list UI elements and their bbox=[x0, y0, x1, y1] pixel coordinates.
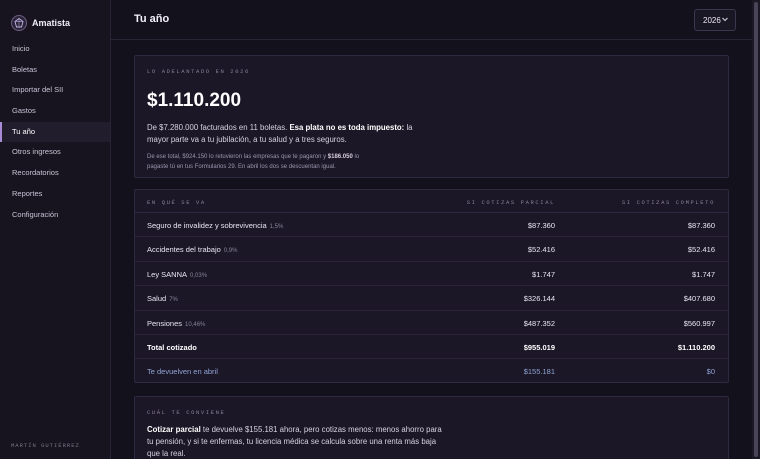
row-label-text: Salud bbox=[147, 294, 167, 304]
table-row: Salud 7% $326.144 $407.680 bbox=[135, 286, 728, 311]
table-header: EN QUÉ SE VA SI COTIZAS PARCIAL SI COTIZ… bbox=[135, 190, 728, 213]
row-full-value: $1.747 bbox=[692, 269, 715, 279]
user-name[interactable]: MARTÍN GUTIÉRREZ bbox=[11, 442, 80, 449]
row-label: Salud 7% bbox=[147, 294, 178, 303]
contributions-table: EN QUÉ SE VA SI COTIZAS PARCIAL SI COTIZ… bbox=[134, 189, 729, 383]
table-row: Seguro de invalidez y sobrevivencia 1,5% … bbox=[135, 213, 728, 238]
advance-total-amount: $1.110.200 bbox=[147, 90, 242, 111]
row-partial-value: $87.360 bbox=[527, 221, 555, 230]
recommendation-bold: Cotizar parcial bbox=[147, 425, 201, 434]
recommendation-eyebrow: CUÁL TE CONVIENE bbox=[147, 409, 226, 416]
column-header-label: EN QUÉ SE VA bbox=[147, 199, 206, 206]
advance-note-part1: De ese total, $924.150 lo retuvieron las… bbox=[147, 154, 328, 160]
row-label-text: Seguro de invalidez y sobrevivencia bbox=[147, 221, 267, 230]
row-rate: 0,03% bbox=[190, 272, 208, 279]
row-label: Seguro de invalidez y sobrevivencia 1,5% bbox=[147, 221, 283, 230]
sidebar: Amatista Inicio Boletas Importar del SII… bbox=[0, 0, 111, 459]
row-rate: 7% bbox=[169, 297, 178, 304]
advance-desc-pre: De $7.280.000 facturados en 11 boletas. bbox=[147, 123, 290, 132]
row-label: Ley SANNA 0,03% bbox=[147, 270, 207, 279]
table-row: Pensiones 10,46% $487.352 $560.997 bbox=[135, 311, 728, 335]
row-partial-value: $487.352 bbox=[523, 318, 555, 328]
advance-eyebrow: LO ADELANTADO EN 2026 bbox=[147, 68, 250, 75]
total-full-value: $1.110.200 bbox=[677, 342, 715, 352]
sidebar-item-configuracion[interactable]: Configuración bbox=[0, 205, 110, 226]
scrollbar-thumb[interactable] bbox=[754, 2, 758, 457]
sidebar-nav: Inicio Boletas Importar del SII Gastos T… bbox=[0, 39, 110, 225]
refund-label: Te devuelven en abril bbox=[147, 367, 218, 377]
row-partial-value: $52.416 bbox=[527, 245, 555, 255]
sidebar-item-importar-sii[interactable]: Importar del SII bbox=[0, 80, 110, 101]
advance-description: De $7.280.000 facturados en 11 boletas. … bbox=[147, 122, 432, 146]
table-row: Ley SANNA 0,03% $1.747 $1.747 bbox=[135, 262, 728, 287]
sidebar-item-otros-ingresos[interactable]: Otros ingresos bbox=[0, 142, 110, 163]
row-rate: 1,5% bbox=[269, 224, 284, 230]
sidebar-item-reportes[interactable]: Reportes bbox=[0, 184, 110, 205]
row-rate: 10,46% bbox=[185, 321, 206, 328]
page-title: Tu año bbox=[134, 13, 170, 25]
sidebar-item-gastos[interactable]: Gastos bbox=[0, 101, 110, 122]
row-label-text: Accidentes del trabajo bbox=[147, 245, 221, 255]
row-full-value: $52.416 bbox=[687, 245, 715, 255]
header: Tu año 2026 bbox=[111, 0, 752, 40]
total-partial-value: $955.019 bbox=[523, 342, 555, 352]
total-label: Total cotizado bbox=[147, 342, 197, 352]
row-rate: 0,9% bbox=[223, 248, 238, 255]
advance-note: De ese total, $924.150 lo retuvieron las… bbox=[147, 153, 377, 172]
row-label-text: Ley SANNA bbox=[147, 269, 188, 279]
refund-partial-value: $155.181 bbox=[523, 367, 555, 377]
row-label: Pensiones 10,46% bbox=[147, 319, 205, 328]
row-full-value: $560.997 bbox=[683, 318, 715, 328]
row-partial-value: $1.747 bbox=[532, 269, 555, 279]
scrollbar[interactable] bbox=[752, 0, 760, 459]
sidebar-item-tu-ano[interactable]: Tu año bbox=[0, 121, 110, 143]
brand[interactable]: Amatista bbox=[0, 0, 110, 36]
table-total-row: Total cotizado $955.019 $1.110.200 bbox=[135, 335, 728, 360]
row-partial-value: $326.144 bbox=[523, 294, 555, 304]
chevron-down-icon bbox=[721, 15, 729, 25]
column-header-partial: SI COTIZAS PARCIAL bbox=[466, 199, 555, 206]
advance-desc-bold: Esa plata no es toda impuesto: bbox=[289, 123, 405, 132]
sidebar-item-boletas[interactable]: Boletas bbox=[0, 60, 110, 81]
row-full-value: $87.360 bbox=[687, 221, 715, 230]
app-name: Amatista bbox=[32, 18, 71, 28]
table-row: Accidentes del trabajo 0,9% $52.416 $52.4… bbox=[135, 237, 728, 262]
year-select[interactable]: 2026 bbox=[694, 9, 736, 31]
recommendation-text: Cotizar parcial te devuelve $155.181 aho… bbox=[147, 424, 447, 459]
row-label-text: Pensiones bbox=[147, 318, 183, 328]
refund-full-value: $0 bbox=[706, 367, 715, 377]
advance-summary-card: LO ADELANTADO EN 2026 $1.110.200 De $7.2… bbox=[134, 55, 729, 178]
row-full-value: $407.680 bbox=[683, 294, 715, 304]
column-header-full: SI COTIZAS COMPLETO bbox=[621, 199, 715, 206]
sidebar-item-recordatorios[interactable]: Recordatorios bbox=[0, 163, 110, 184]
table-refund-row: Te devuelven en abril $155.181 $0 bbox=[135, 359, 728, 383]
year-select-value: 2026 bbox=[703, 15, 721, 25]
row-label: Accidentes del trabajo 0,9% bbox=[147, 245, 237, 254]
sidebar-item-inicio[interactable]: Inicio bbox=[0, 39, 110, 60]
amethyst-logo-icon bbox=[11, 15, 27, 31]
recommendation-card: CUÁL TE CONVIENE Cotizar parcial te devu… bbox=[134, 396, 729, 459]
advance-note-bold: $186.050 bbox=[327, 154, 353, 160]
